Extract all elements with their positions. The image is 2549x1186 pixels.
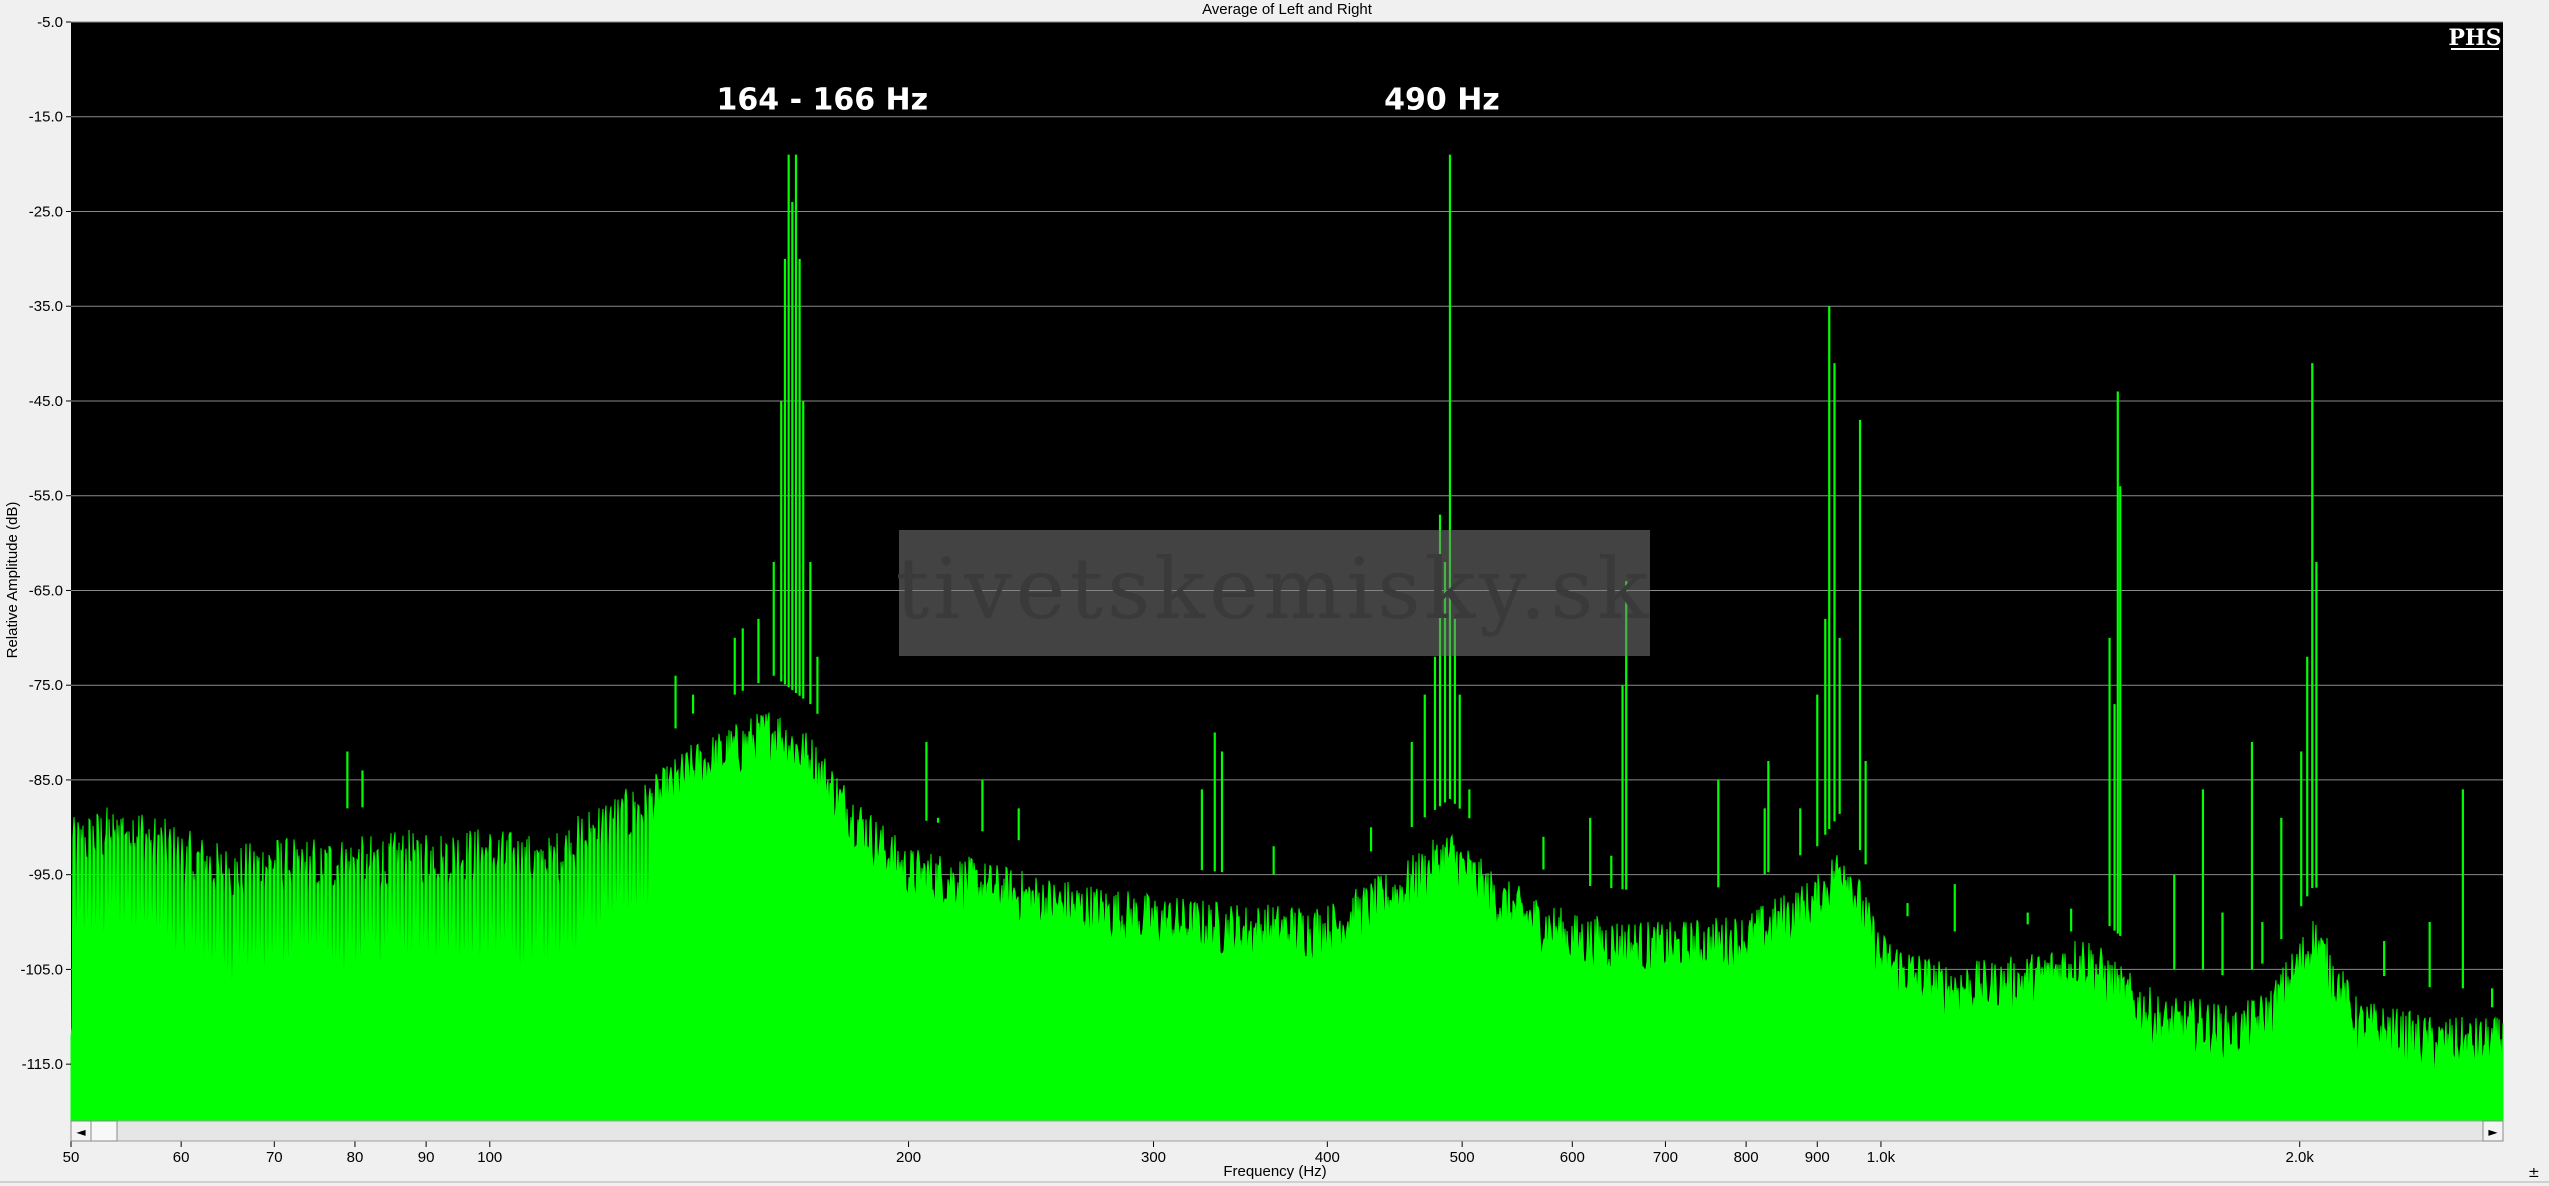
x-tick-label: 200 (896, 1149, 921, 1166)
y-tick-label: -55.0 (29, 488, 63, 505)
y-tick-label: -35.0 (29, 298, 63, 315)
zoom-corner-icon[interactable]: ± (2528, 1165, 2540, 1181)
peak-annotation: 490 Hz (1384, 83, 1500, 118)
y-tick-label: -115.0 (22, 1056, 63, 1073)
y-axis-ticks: -5.0 -15.0 -25.0 -35.0 -45.0 -55.0 -65.0 -75.0 -… (20, 14, 71, 1073)
x-tick-label: 700 (1653, 1149, 1678, 1166)
horizontal-scrollbar[interactable]: ◄ ► (70, 1120, 2504, 1142)
y-tick-label: -45.0 (29, 393, 63, 410)
x-tick-label: 70 (266, 1149, 283, 1166)
scroll-thumb[interactable] (90, 1120, 118, 1142)
y-tick-label: -5.0 (37, 14, 63, 31)
x-tick-label: 60 (173, 1149, 190, 1166)
x-tick-label: 900 (1805, 1149, 1830, 1166)
y-axis-title: Relative Amplitude (dB) (4, 502, 21, 659)
scroll-right-icon: ► (2488, 1125, 2498, 1139)
chart-title: Average of Left and Right (1202, 1, 1373, 18)
x-tick-label: 800 (1734, 1149, 1759, 1166)
y-tick-label: -105.0 (20, 961, 63, 978)
watermark-text: tivetskemisky.sk (896, 540, 1653, 638)
x-tick-label: 80 (347, 1149, 364, 1166)
logo-text: PHS (2448, 25, 2501, 51)
x-tick-label: 50 (63, 1149, 80, 1166)
x-tick-label: 600 (1560, 1149, 1585, 1166)
x-axis-ticks: 50 60 70 80 90 100 200 300 400 500 600 700 800 900 1.0… (63, 1141, 2315, 1166)
y-tick-label: -15.0 (29, 109, 63, 126)
y-tick-label: -95.0 (29, 867, 63, 884)
y-tick-label: -25.0 (29, 203, 63, 220)
y-tick-label: -65.0 (29, 582, 63, 599)
logo: PHS (2448, 25, 2501, 51)
spectrum-chart: Average of Left and Right tivetskemisky.… (0, 1, 2549, 1183)
x-tick-label: 1.0k (1867, 1149, 1896, 1166)
x-tick-label: 500 (1450, 1149, 1475, 1166)
peak-annotation: 164 - 166 Hz (717, 83, 929, 118)
x-axis-title: Frequency (Hz) (1223, 1163, 1326, 1180)
x-tick-label: 2.0k (2286, 1149, 2315, 1166)
y-tick-label: -85.0 (29, 772, 63, 789)
watermark: tivetskemisky.sk (896, 530, 1653, 656)
x-tick-label: 300 (1141, 1149, 1166, 1166)
x-tick-label: 100 (477, 1149, 502, 1166)
scroll-left-icon: ◄ (76, 1125, 86, 1139)
y-tick-label: -75.0 (29, 677, 63, 694)
x-tick-label: 90 (418, 1149, 435, 1166)
scrollbar-track[interactable] (70, 1120, 2504, 1142)
